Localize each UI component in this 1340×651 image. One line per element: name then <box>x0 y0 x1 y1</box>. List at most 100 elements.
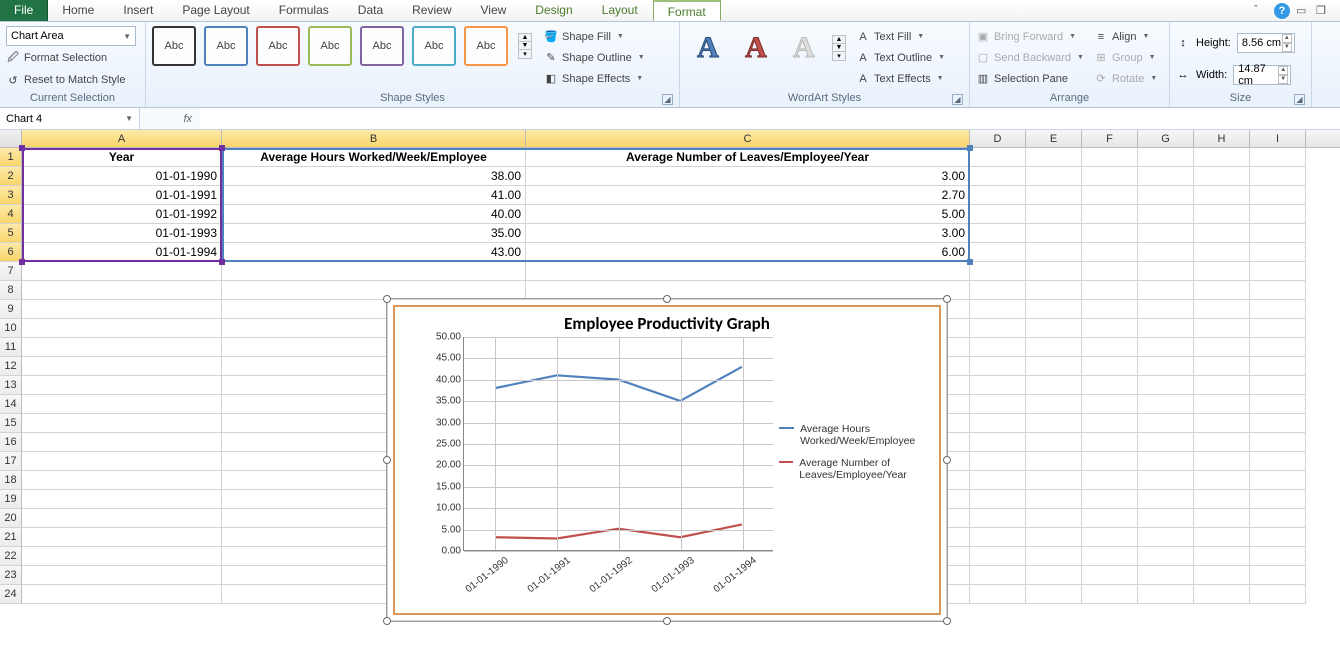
help-icon[interactable]: ? <box>1274 3 1290 19</box>
wordart-style-3[interactable]: A <box>782 26 826 70</box>
cell[interactable] <box>1082 148 1138 167</box>
cell[interactable] <box>970 452 1026 471</box>
cell[interactable] <box>1250 167 1306 186</box>
cell[interactable] <box>1194 148 1250 167</box>
cell[interactable] <box>1082 376 1138 395</box>
cell[interactable]: 01-01-1991 <box>22 186 222 205</box>
col-B[interactable]: B <box>222 130 526 147</box>
cell[interactable] <box>1026 376 1082 395</box>
wordart-style-2[interactable]: A <box>734 26 778 70</box>
tab-page-layout[interactable]: Page Layout <box>168 0 264 21</box>
cell[interactable] <box>1138 357 1194 376</box>
cell[interactable] <box>1194 452 1250 471</box>
row-header[interactable]: 5 <box>0 224 22 243</box>
cell[interactable] <box>970 262 1026 281</box>
shape-fill-button[interactable]: 🪣Shape Fill▼ <box>544 26 645 47</box>
dialog-launcher-icon[interactable]: ◢ <box>662 94 673 105</box>
range-handle[interactable] <box>219 259 225 265</box>
shape-style-gallery-spinner[interactable]: ▲▼▾ <box>518 33 532 59</box>
cell[interactable] <box>1026 148 1082 167</box>
tab-insert[interactable]: Insert <box>109 0 168 21</box>
shape-outline-button[interactable]: ✎Shape Outline▼ <box>544 47 645 68</box>
row-header[interactable]: 16 <box>0 433 22 452</box>
cell[interactable] <box>1082 186 1138 205</box>
resize-handle[interactable] <box>943 617 951 625</box>
chevron-up-icon[interactable]: ˆ <box>1254 4 1268 18</box>
cell[interactable] <box>1194 224 1250 243</box>
row-header[interactable]: 21 <box>0 528 22 547</box>
cell[interactable]: 5.00 <box>526 205 970 224</box>
cell[interactable] <box>1026 167 1082 186</box>
col-F[interactable]: F <box>1082 130 1138 147</box>
cell[interactable] <box>22 281 222 300</box>
cell[interactable] <box>970 547 1026 566</box>
cell[interactable] <box>1250 547 1306 566</box>
wordart-style-1[interactable]: A <box>686 26 730 70</box>
cell[interactable] <box>1194 281 1250 300</box>
cell[interactable] <box>1138 395 1194 414</box>
resize-handle[interactable] <box>943 456 951 464</box>
cell[interactable] <box>1082 281 1138 300</box>
cell[interactable] <box>1082 300 1138 319</box>
cell[interactable] <box>1250 490 1306 509</box>
row-header[interactable]: 9 <box>0 300 22 319</box>
cell[interactable] <box>1082 566 1138 585</box>
cell[interactable]: 3.00 <box>526 224 970 243</box>
cell[interactable] <box>1138 452 1194 471</box>
cell[interactable] <box>1138 509 1194 528</box>
cell[interactable] <box>1138 281 1194 300</box>
cell[interactable] <box>1082 167 1138 186</box>
cell[interactable] <box>1082 338 1138 357</box>
reset-style-button[interactable]: ↺ Reset to Match Style <box>6 70 126 90</box>
cell[interactable] <box>1138 490 1194 509</box>
send-backward-button[interactable]: ▢Send Backward▼ <box>976 47 1084 68</box>
row-header[interactable]: 8 <box>0 281 22 300</box>
cell[interactable] <box>970 433 1026 452</box>
cell[interactable]: Average Hours Worked/Week/Employee <box>222 148 526 167</box>
range-handle[interactable] <box>967 259 973 265</box>
cell[interactable] <box>1026 566 1082 585</box>
cell[interactable] <box>1250 205 1306 224</box>
cell[interactable] <box>1082 433 1138 452</box>
cell[interactable] <box>22 262 222 281</box>
group-button[interactable]: ⊞Group▼ <box>1094 47 1157 68</box>
cell[interactable] <box>1082 509 1138 528</box>
row-header[interactable]: 18 <box>0 471 22 490</box>
cell[interactable] <box>1194 243 1250 262</box>
row-header[interactable]: 2 <box>0 167 22 186</box>
cell[interactable]: 43.00 <box>222 243 526 262</box>
cell[interactable] <box>1026 224 1082 243</box>
cell[interactable] <box>1026 433 1082 452</box>
range-handle[interactable] <box>19 259 25 265</box>
cell[interactable] <box>1082 357 1138 376</box>
cell[interactable] <box>1026 490 1082 509</box>
cell[interactable] <box>1138 205 1194 224</box>
col-C[interactable]: C <box>526 130 970 147</box>
cell[interactable] <box>970 205 1026 224</box>
cell[interactable]: Average Number of Leaves/Employee/Year <box>526 148 970 167</box>
tab-file[interactable]: File <box>0 0 48 21</box>
cell[interactable]: 35.00 <box>222 224 526 243</box>
cell[interactable] <box>1250 376 1306 395</box>
cell[interactable] <box>1250 452 1306 471</box>
cell[interactable] <box>22 490 222 509</box>
cell[interactable] <box>1082 452 1138 471</box>
shape-style-1[interactable]: Abc <box>152 26 196 66</box>
cell[interactable] <box>970 224 1026 243</box>
cell[interactable] <box>970 528 1026 547</box>
resize-handle[interactable] <box>943 295 951 303</box>
cell[interactable] <box>1026 243 1082 262</box>
cell[interactable] <box>1082 262 1138 281</box>
tab-design[interactable]: Design <box>521 0 587 21</box>
align-button[interactable]: ≡Align▼ <box>1094 26 1157 47</box>
cell[interactable] <box>1194 585 1250 604</box>
cell[interactable] <box>1250 281 1306 300</box>
cell[interactable] <box>526 262 970 281</box>
cell[interactable] <box>1026 338 1082 357</box>
cell[interactable] <box>1194 471 1250 490</box>
cell[interactable] <box>1250 433 1306 452</box>
shape-style-2[interactable]: Abc <box>204 26 248 66</box>
cell[interactable] <box>970 186 1026 205</box>
tab-view[interactable]: View <box>467 0 522 21</box>
--obj[interactable]: Employee Productivity Graph 0.005.0010.0… <box>386 298 948 622</box>
